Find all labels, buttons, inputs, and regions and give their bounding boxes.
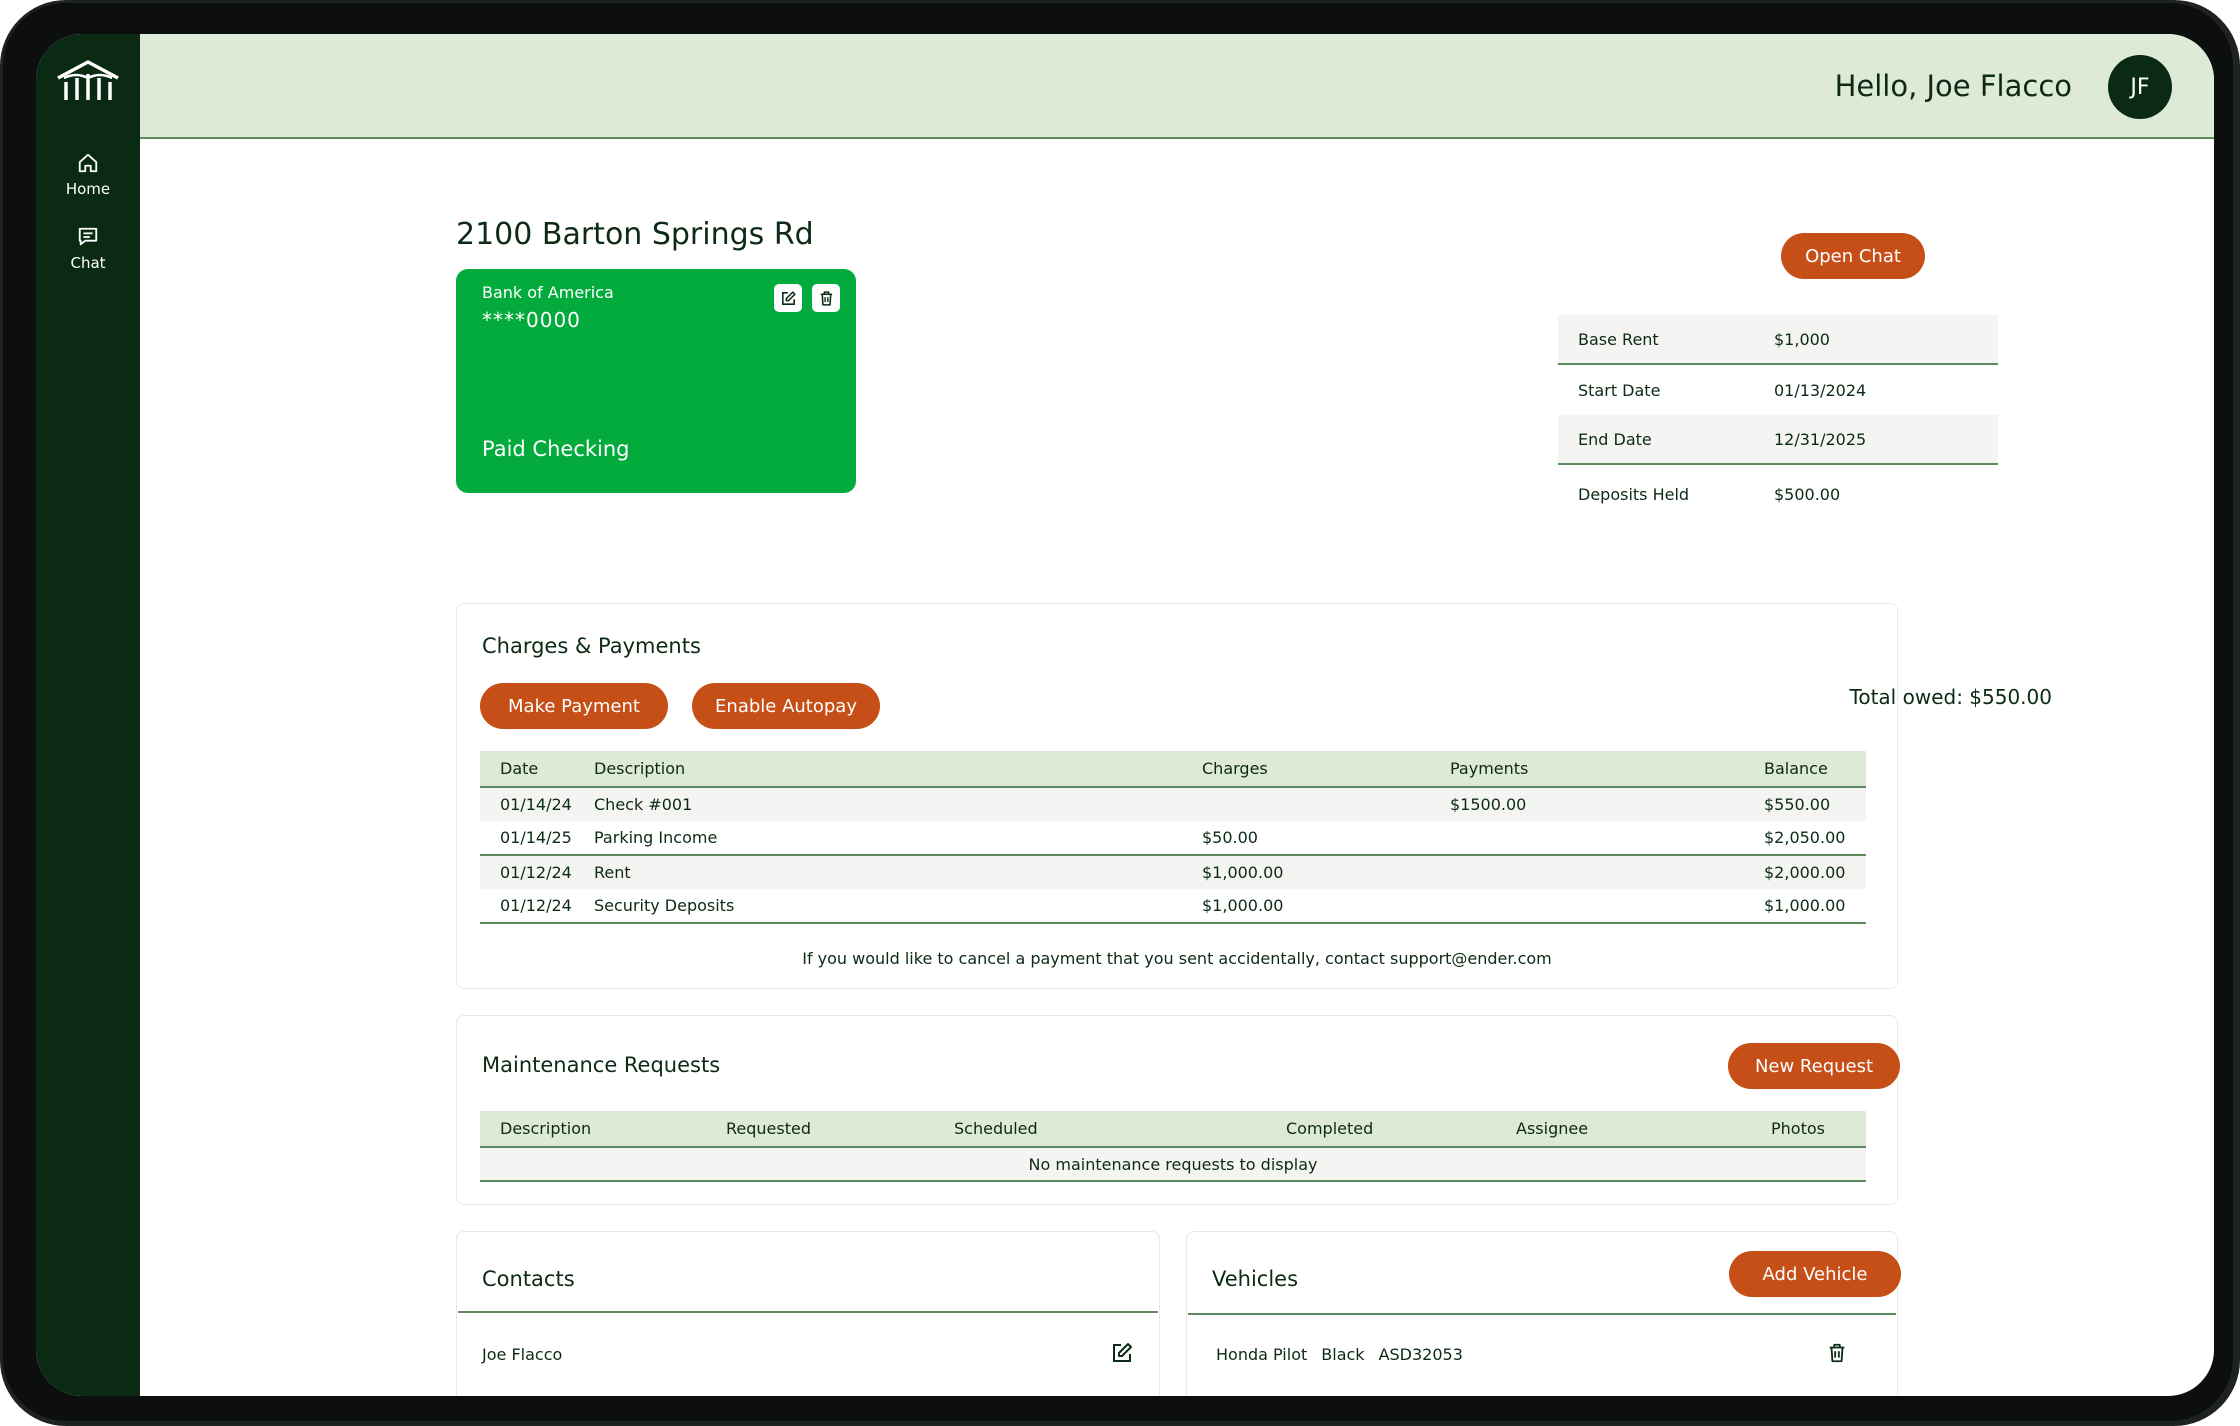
column-header[interactable]: Completed [1266,1111,1496,1148]
building-columns-logo[interactable] [54,58,122,104]
trash-icon[interactable] [1826,1342,1848,1364]
cell-date: 01/12/24 [480,855,574,889]
bank-name: Bank of America [482,283,614,302]
column-header[interactable]: Scheduled [934,1111,1266,1148]
cell-description: Check #001 [574,787,1182,821]
cell-charges: $1,000.00 [1182,889,1430,924]
charges-table: Date Description Charges Payments Balanc… [480,751,1866,924]
lease-summary: Base Rent $1,000 Start Date 01/13/2024 E… [1558,315,1998,523]
maintenance-table: Description Requested Scheduled Complete… [480,1111,1866,1182]
column-header[interactable]: Charges [1182,751,1430,788]
table-row: 01/14/24 Check #001 $1500.00 $550.00 [480,787,1866,821]
column-header[interactable]: Photos [1751,1111,1866,1148]
cell-payments [1430,821,1744,856]
lease-value: $1,000 [1774,329,1830,349]
cell-date: 01/14/25 [480,821,574,856]
cell-balance: $550.00 [1744,787,1866,821]
lease-row: End Date 12/31/2025 [1558,415,1998,465]
cell-balance: $2,050.00 [1744,821,1866,856]
vehicle-make-model: Honda Pilot [1216,1345,1308,1364]
cell-description: Rent [574,855,1182,889]
account-number: ****0000 [482,308,581,332]
device-frame: Home Chat Hello, Joe Flacco JF 2100 Bart… [0,0,2240,1426]
lease-row: Start Date 01/13/2024 [1558,365,1998,415]
lease-label: End Date [1578,429,1652,449]
column-header[interactable]: Payments [1430,751,1744,788]
cell-charges [1182,787,1430,821]
edit-icon[interactable] [774,284,802,312]
sidebar: Home Chat [36,34,140,1396]
lease-label: Base Rent [1578,329,1659,349]
lease-value: $500.00 [1774,484,1841,504]
bank-account-card: Bank of America ****0000 Paid Checking [456,269,856,493]
lease-label: Start Date [1578,380,1661,400]
app-screen: Home Chat Hello, Joe Flacco JF 2100 Bart… [36,34,2214,1396]
contacts-panel-title: Contacts [482,1267,575,1291]
charges-panel-title: Charges & Payments [482,634,701,658]
total-owed: Total owed: $550.00 [1849,685,2052,709]
column-header[interactable]: Balance [1744,751,1866,788]
cell-payments [1430,855,1744,889]
vehicle-row: Honda Pilot Black ASD32053 [1216,1345,1463,1364]
cell-balance: $1,000.00 [1744,889,1866,924]
open-chat-button[interactable]: Open Chat [1781,233,1925,279]
cell-payments: $1500.00 [1430,787,1744,821]
cell-payments [1430,889,1744,924]
sidebar-item-label: Home [65,180,111,198]
make-payment-button[interactable]: Make Payment [480,683,668,729]
avatar[interactable]: JF [2108,55,2172,119]
cancel-payment-note: If you would like to cancel a payment th… [802,949,1552,968]
empty-state-message: No maintenance requests to display [480,1147,1866,1182]
contacts-panel [456,1231,1160,1396]
home-icon [78,153,98,173]
enable-autopay-button[interactable]: Enable Autopay [692,683,880,729]
vehicles-panel-title: Vehicles [1212,1267,1299,1291]
trash-icon[interactable] [812,284,840,312]
table-row: No maintenance requests to display [480,1147,1866,1182]
column-header[interactable]: Date [480,751,574,788]
cell-charges: $1,000.00 [1182,855,1430,889]
cell-date: 01/14/24 [480,787,574,821]
account-status: Paid Checking [482,437,630,461]
chat-icon [78,227,98,246]
new-request-button[interactable]: New Request [1728,1043,1900,1089]
cell-description: Parking Income [574,821,1182,856]
vehicle-color: Black [1321,1345,1365,1364]
device-bezel: Home Chat Hello, Joe Flacco JF 2100 Bart… [3,3,2233,1421]
page-title: 2100 Barton Springs Rd [456,217,814,252]
user-greeting: Hello, Joe Flacco [1834,69,2072,103]
sidebar-item-chat[interactable]: Chat [36,226,140,272]
sidebar-item-label: Chat [70,254,106,272]
column-header[interactable]: Requested [706,1111,934,1148]
main-content: 2100 Barton Springs Rd Open Chat Bank of… [140,141,2214,1396]
contact-name: Joe Flacco [482,1345,563,1364]
column-header[interactable]: Description [480,1111,706,1148]
edit-icon[interactable] [1110,1341,1134,1365]
table-row: 01/12/24 Rent $1,000.00 $2,000.00 [480,855,1866,889]
cell-balance: $2,000.00 [1744,855,1866,889]
sidebar-item-home[interactable]: Home [36,152,140,198]
lease-row: Deposits Held $500.00 [1558,465,1998,523]
table-row: 01/14/25 Parking Income $50.00 $2,050.00 [480,821,1866,856]
add-vehicle-button[interactable]: Add Vehicle [1729,1251,1901,1297]
table-row: 01/12/24 Security Deposits $1,000.00 $1,… [480,889,1866,924]
vehicle-plate: ASD32053 [1378,1345,1463,1364]
divider [458,1311,1158,1313]
top-header: Hello, Joe Flacco JF [140,34,2214,139]
cell-description: Security Deposits [574,889,1182,924]
column-header[interactable]: Description [574,751,1182,788]
divider [1188,1313,1896,1315]
lease-row: Base Rent $1,000 [1558,315,1998,365]
lease-value: 12/31/2025 [1774,429,1867,449]
cell-date: 01/12/24 [480,889,574,924]
cell-charges: $50.00 [1182,821,1430,856]
lease-value: 01/13/2024 [1774,380,1867,400]
lease-label: Deposits Held [1578,484,1690,504]
column-header[interactable]: Assignee [1496,1111,1751,1148]
maintenance-panel-title: Maintenance Requests [482,1053,721,1077]
